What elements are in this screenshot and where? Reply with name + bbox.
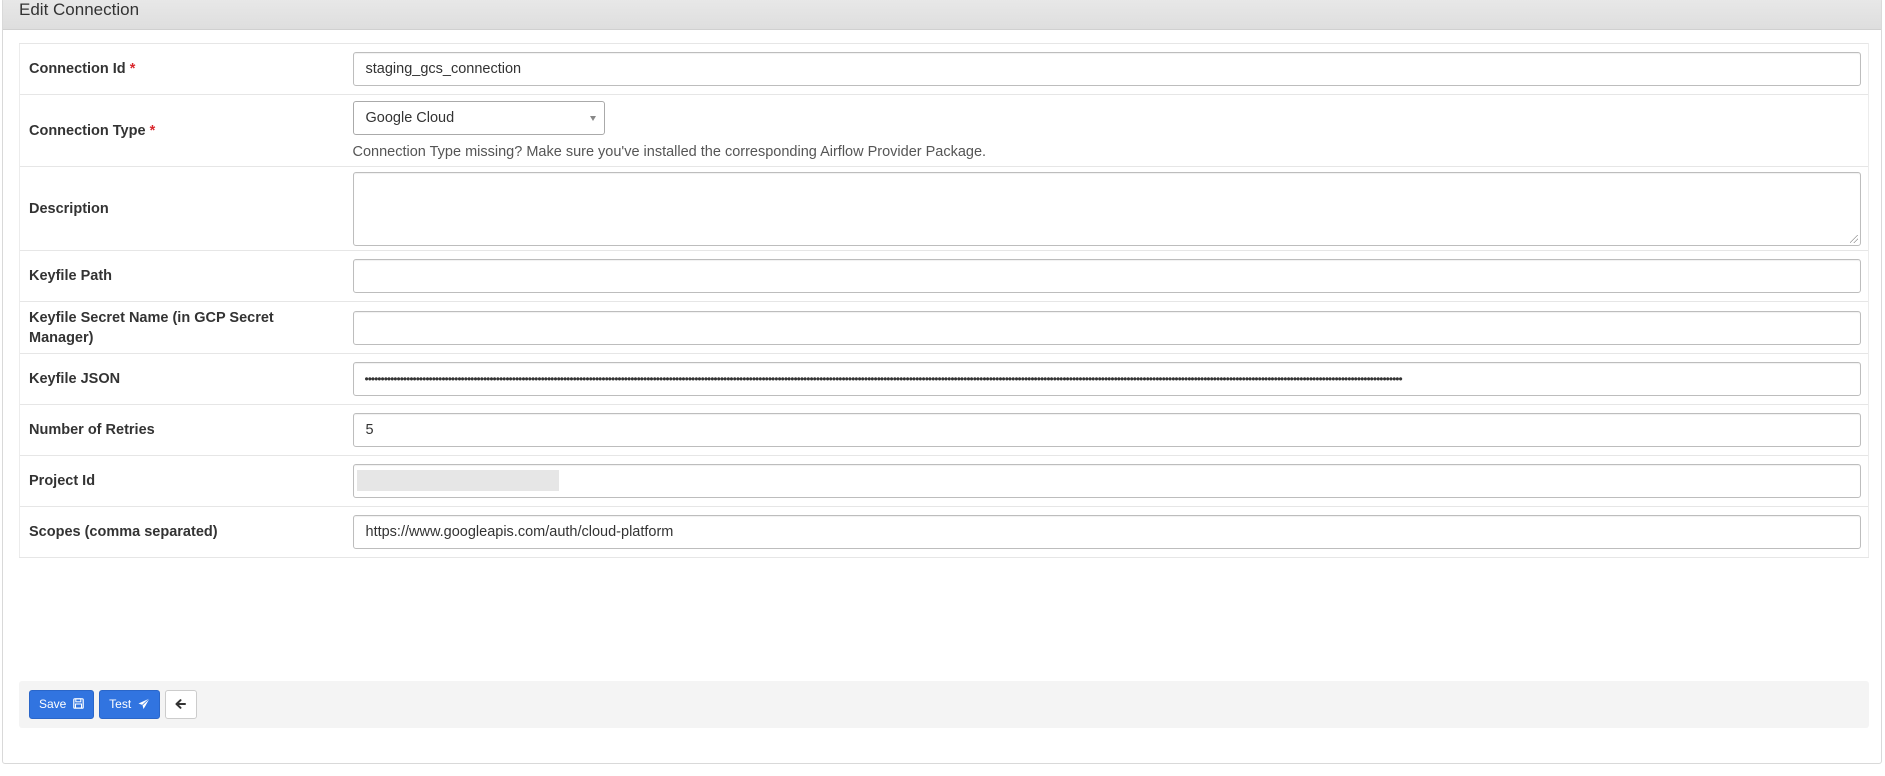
edit-connection-panel: Edit Connection Connection Id * staging_… <box>2 0 1882 764</box>
connection-type-help: Connection Type missing? Make sure you'v… <box>352 144 987 160</box>
connection-type-label: Connection Type * <box>19 94 336 167</box>
back-button[interactable] <box>164 690 197 719</box>
panel-title: Edit Connection <box>3 0 1881 30</box>
project-id-input[interactable] <box>352 464 1861 498</box>
num-retries-label: Number of Retries <box>19 404 336 456</box>
keyfile-secret-input[interactable] <box>352 310 1861 345</box>
form-row-keyfile-path: Keyfile Path <box>19 250 1869 302</box>
form-row-keyfile-secret: Keyfile Secret Name (in GCP Secret Manag… <box>19 301 1869 354</box>
connection-type-value: Google Cloud <box>365 110 455 126</box>
keyfile-path-input[interactable] <box>352 259 1861 293</box>
form-row-connection-type: Connection Type * Google Cloud Connectio… <box>19 94 1869 167</box>
form-row-project-id: Project Id <box>19 455 1869 507</box>
form-actions: Save Test <box>19 681 1869 728</box>
dropdown-arrow-icon <box>589 116 596 121</box>
arrow-left-icon <box>175 699 187 709</box>
save-button[interactable]: Save <box>29 690 94 719</box>
description-textarea[interactable] <box>352 171 1861 246</box>
test-button[interactable]: Test <box>99 690 160 719</box>
keyfile-json-input[interactable]: ••••••••••••••••••••••••••••••••••••••••… <box>352 362 1861 396</box>
keyfile-path-label: Keyfile Path <box>19 250 336 302</box>
scopes-input[interactable]: https://www.googleapis.com/auth/cloud-pl… <box>352 515 1861 549</box>
form-row-connection-id: Connection Id * staging_gcs_connection <box>19 43 1869 95</box>
floppy-disk-icon <box>72 698 84 710</box>
keyfile-secret-label: Keyfile Secret Name (in GCP Secret Manag… <box>19 301 336 354</box>
resize-handle-icon[interactable] <box>1850 234 1858 243</box>
connection-id-label: Connection Id * <box>19 43 336 95</box>
redacted-value <box>356 470 559 491</box>
form-row-scopes: Scopes (comma separated) https://www.goo… <box>19 506 1869 558</box>
required-marker: * <box>149 122 156 139</box>
connection-id-input[interactable]: staging_gcs_connection <box>352 52 1861 86</box>
description-label: Description <box>19 166 336 251</box>
scopes-label: Scopes (comma separated) <box>19 506 336 558</box>
keyfile-json-label: Keyfile JSON <box>19 353 336 405</box>
form-row-keyfile-json: Keyfile JSON •••••••••••••••••••••••••••… <box>19 353 1869 405</box>
paper-plane-icon <box>138 698 150 709</box>
num-retries-input[interactable]: 5 <box>352 413 1861 447</box>
required-marker: * <box>129 61 136 77</box>
form-row-num-retries: Number of Retries 5 <box>19 404 1869 456</box>
connection-type-select[interactable]: Google Cloud <box>352 101 605 135</box>
form-row-description: Description <box>19 166 1869 251</box>
connection-form: Connection Id * staging_gcs_connection C… <box>19 43 1869 558</box>
project-id-label: Project Id <box>19 455 336 507</box>
